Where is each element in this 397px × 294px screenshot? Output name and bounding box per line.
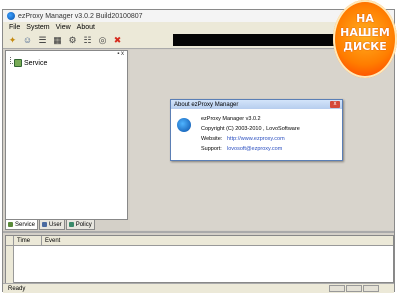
tab-user[interactable]: User (39, 220, 65, 230)
app-icon (7, 12, 15, 20)
list-icon[interactable]: ☰ (37, 35, 48, 46)
dialog-title: About ezProxy Manager (171, 100, 342, 109)
tab-service-label: Service (15, 221, 36, 228)
splitter[interactable] (3, 231, 394, 233)
status-cell-3 (363, 285, 379, 292)
log-col-event[interactable]: Event (42, 236, 242, 245)
menu-file[interactable]: File (9, 24, 20, 31)
dialog-product: ezProxy Manager v3.0.2 (201, 116, 261, 122)
menu-about[interactable]: About (77, 24, 95, 31)
dialog-website-label: Website: (201, 136, 223, 142)
user-tab-icon (42, 222, 48, 227)
wizard-icon[interactable]: ✦ (7, 35, 18, 46)
badge-line-2: НАШЕМ (340, 26, 390, 39)
status-cell-1 (329, 285, 345, 292)
stop-icon[interactable]: ✖ (112, 35, 123, 46)
service-icon (14, 59, 22, 67)
search-icon[interactable]: ◎ (97, 35, 108, 46)
badge-line-1: НА (356, 12, 374, 25)
status-bar: Ready (3, 283, 394, 293)
grid-icon[interactable]: ▦ (52, 35, 63, 46)
log-corner (6, 236, 14, 245)
event-log: Time Event (5, 235, 394, 283)
left-tabs: Service User Policy (5, 220, 128, 230)
close-icon[interactable]: x (330, 101, 340, 108)
magazine-badge: НА НАШЕМ ДИСКЕ (333, 0, 397, 78)
service-tree-pane: ▪ x Service (5, 50, 128, 220)
dialog-website-link[interactable]: http://www.ezproxy.com (227, 136, 285, 142)
network-icon[interactable]: ☷ (82, 35, 93, 46)
log-header: Time Event (6, 236, 393, 246)
log-dock-handle[interactable] (6, 246, 14, 283)
tab-policy[interactable]: Policy (65, 220, 95, 230)
tree-item-label: Service (24, 59, 48, 67)
service-tab-icon (8, 222, 13, 227)
status-text: Ready (8, 285, 26, 292)
menu-view[interactable]: View (56, 24, 71, 31)
ezproxy-logo-icon (177, 118, 191, 132)
status-cell-2 (346, 285, 362, 292)
menu-system[interactable]: System (26, 24, 49, 31)
policy-tab-icon (68, 222, 74, 227)
log-col-time[interactable]: Time (14, 236, 42, 245)
dialog-support-link[interactable]: lovosoft@ezproxy.com (227, 146, 282, 152)
dialog-support-label: Support: (201, 146, 222, 152)
about-dialog: About ezProxy Manager x ezProxy Manager … (170, 99, 343, 161)
dialog-copyright: Copyright (C) 2003-2010 , LovoSoftware (201, 126, 300, 132)
tab-service[interactable]: Service (5, 220, 39, 230)
settings-icon[interactable]: ⚙ (67, 35, 78, 46)
tab-user-label: User (49, 221, 62, 228)
tree-item-service[interactable]: Service (14, 59, 47, 67)
badge-line-3: ДИСКЕ (343, 40, 387, 53)
pane-controls[interactable]: ▪ x (117, 51, 124, 57)
tab-policy-label: Policy (75, 221, 92, 228)
users-icon[interactable]: ☺ (22, 35, 33, 46)
window-title: ezProxy Manager v3.0.2 Build20100807 (18, 12, 143, 20)
